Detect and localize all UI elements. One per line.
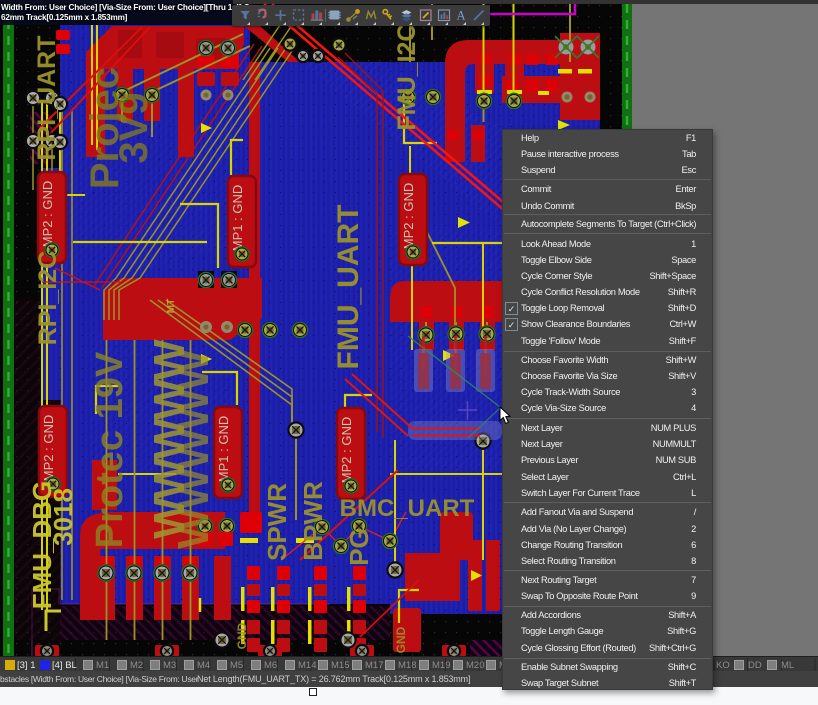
svg-text:MT: MT: [166, 299, 177, 313]
svg-text:GND: GND: [235, 622, 249, 649]
svg-text:MP1 : GND: MP1 : GND: [216, 416, 231, 482]
svg-text:FMU_UART: FMU_UART: [332, 205, 365, 370]
svg-text:MP2 : GND: MP2 : GND: [401, 183, 416, 249]
svg-text:Protec 19V: Protec 19V: [89, 351, 131, 548]
svg-text:MP2 : GND: MP2 : GND: [41, 415, 56, 481]
svg-text:MP2 : GND: MP2 : GND: [339, 417, 354, 483]
svg-text:A: A: [457, 9, 466, 23]
svg-text:GND: GND: [394, 626, 408, 653]
svg-text:3018: 3018: [48, 488, 78, 546]
svg-text:3V9: 3V9: [112, 92, 156, 163]
svg-text:RPI_UART: RPI_UART: [33, 35, 61, 160]
svg-text:BMC_UART: BMC_UART: [340, 495, 475, 522]
svg-text:FMU_I2C: FMU_I2C: [393, 24, 421, 131]
svg-text:MP2 : GND: MP2 : GND: [40, 181, 55, 247]
svg-text:RPI_I2C: RPI_I2C: [34, 251, 62, 345]
svg-text:MP1 : GND: MP1 : GND: [230, 185, 245, 251]
svg-text:SPWR: SPWR: [262, 483, 292, 561]
svg-text:WWWWW: WWWWW: [169, 349, 218, 549]
svg-text:PG: PG: [344, 528, 374, 566]
svg-text:BPWR: BPWR: [298, 481, 328, 561]
